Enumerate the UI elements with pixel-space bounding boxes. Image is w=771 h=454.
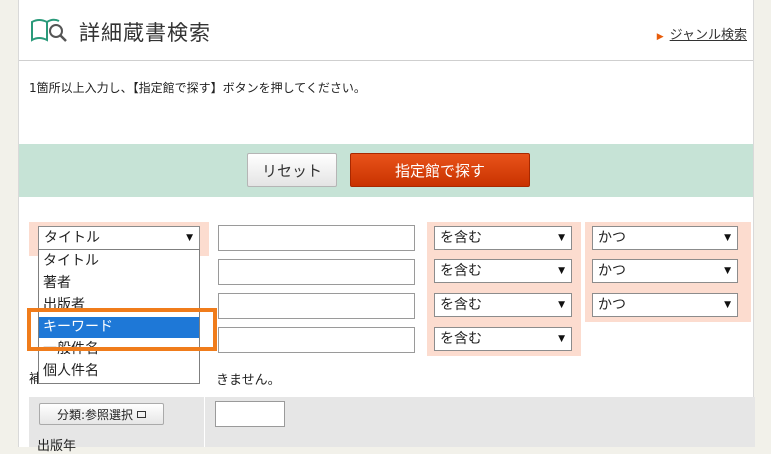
dropdown-option[interactable]: 一般件名	[39, 339, 199, 360]
book-search-icon	[31, 18, 67, 42]
search-selected-library-button[interactable]: 指定館で探す	[350, 153, 530, 187]
action-bar: リセット 指定館で探す	[19, 144, 753, 197]
keyword-input-1[interactable]	[218, 225, 415, 251]
field-dropdown-list[interactable]: タイトル 著者 出版者 キーワード 一般件名 個人件名	[38, 249, 200, 384]
match-select-value: を含む	[440, 230, 482, 246]
genre-search-label: ジャンル検索	[669, 28, 747, 43]
divider	[204, 397, 205, 447]
caret-down-icon: ▼	[558, 334, 565, 344]
genre-search-link[interactable]: ▶ ジャンル検索	[657, 24, 747, 43]
dropdown-option-selected[interactable]: キーワード	[39, 317, 199, 338]
conj-select-2[interactable]: かつ ▼	[592, 259, 738, 283]
match-select-value: を含む	[440, 331, 482, 347]
conj-select-value: かつ	[598, 297, 626, 313]
filter-area: 分類:参照選択 出版年	[29, 397, 755, 454]
conj-select-value: かつ	[598, 263, 626, 279]
note-text-end: きません。	[216, 373, 281, 388]
category-reference-label: 分類:参照選択	[56, 407, 134, 422]
match-select-2[interactable]: を含む ▼	[434, 259, 572, 283]
reset-button[interactable]: リセット	[247, 153, 337, 187]
caret-down-icon: ▼	[724, 300, 731, 310]
keyword-input-4[interactable]	[218, 327, 415, 353]
dropdown-option[interactable]: 出版者	[39, 295, 199, 316]
keyword-input-3[interactable]	[218, 293, 415, 319]
dropdown-option[interactable]: 個人件名	[39, 361, 199, 382]
match-select-4[interactable]: を含む ▼	[434, 327, 572, 351]
window-icon	[137, 410, 147, 418]
dropdown-option[interactable]: 著者	[39, 273, 199, 294]
match-select-3[interactable]: を含む ▼	[434, 293, 572, 317]
conj-select-1[interactable]: かつ ▼	[592, 226, 738, 250]
match-select-1[interactable]: を含む ▼	[434, 226, 572, 250]
caret-down-icon: ▼	[558, 300, 565, 310]
caret-down-icon: ▼	[186, 233, 193, 243]
field-select-1[interactable]: タイトル ▼	[38, 226, 200, 250]
page-title: 詳細蔵書検索	[79, 21, 211, 45]
conj-select-value: かつ	[598, 230, 626, 246]
field-select-value: タイトル	[44, 230, 100, 246]
caret-down-icon: ▼	[724, 233, 731, 243]
pub-year-label: 出版年	[37, 439, 77, 454]
search-panel: 詳細蔵書検索 ▶ ジャンル検索 1箇所以上入力し、【指定館で探す】ボタンを押してく…	[18, 0, 755, 454]
page-header: 詳細蔵書検索 ▶ ジャンル検索	[19, 0, 753, 61]
match-select-value: を含む	[440, 297, 482, 313]
instruction-text: 1箇所以上入力し、【指定館で探す】ボタンを押してください。	[29, 81, 366, 95]
caret-down-icon: ▼	[724, 266, 731, 276]
triangle-right-icon: ▶	[656, 32, 664, 42]
category-input[interactable]	[215, 401, 285, 427]
caret-down-icon: ▼	[558, 233, 565, 243]
keyword-input-2[interactable]	[218, 259, 415, 285]
match-select-value: を含む	[440, 263, 482, 279]
category-reference-button[interactable]: 分類:参照選択	[39, 403, 164, 425]
conj-select-3[interactable]: かつ ▼	[592, 293, 738, 317]
caret-down-icon: ▼	[558, 266, 565, 276]
dropdown-option[interactable]: タイトル	[39, 251, 199, 272]
